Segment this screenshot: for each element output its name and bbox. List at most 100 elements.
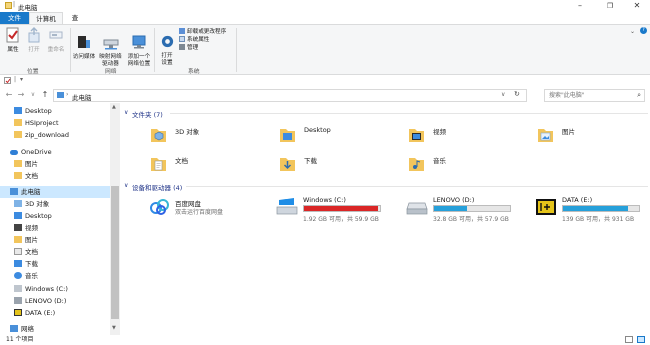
nav-item-hsiproject[interactable]: HSIproject	[0, 117, 110, 129]
access-media-button[interactable]: 访问媒体	[72, 27, 96, 68]
large-icons-view-icon[interactable]	[637, 336, 645, 343]
details-view-icon[interactable]	[625, 336, 633, 343]
restore-button[interactable]: ❐	[597, 0, 623, 12]
nav-item-desktop-quick[interactable]: Desktop	[0, 105, 110, 117]
drive-usage-bar	[433, 205, 511, 212]
pictures-folder-icon	[14, 236, 22, 243]
drive-item-e[interactable]: DATA (E:) 139 GB 可用，共 931 GB	[535, 195, 647, 223]
drive-space-info: 32.8 GB 可用，共 57.9 GB	[433, 216, 509, 223]
baidu-netdisk-icon	[150, 199, 169, 215]
close-button[interactable]: ✕	[624, 0, 650, 12]
3d-folder-icon	[151, 129, 166, 142]
nav-item-onedrive[interactable]: OneDrive	[0, 146, 110, 158]
nav-item-data-e[interactable]: DATA (E:)	[0, 307, 110, 319]
system-properties-item[interactable]: 系统属性	[179, 36, 226, 44]
folder-item-videos[interactable]: 视频	[408, 123, 508, 147]
open-settings-button[interactable]: 打开 设置	[157, 27, 177, 74]
folder-name: 视频	[433, 128, 446, 136]
customize-arrow-icon[interactable]: ▾	[20, 76, 23, 83]
nav-label: 此电脑	[21, 188, 41, 196]
folder-item-desktop[interactable]: Desktop	[279, 123, 379, 147]
drive-name: DATA (E:)	[562, 196, 593, 204]
folder-item-downloads[interactable]: 下载	[279, 152, 379, 176]
help-icon[interactable]: ?	[640, 27, 647, 34]
separator-icon: |	[13, 1, 16, 8]
separator-icon: |	[14, 76, 17, 83]
folder-item-3d-objects[interactable]: 3D 对象	[150, 123, 250, 147]
nav-label: 图片	[25, 236, 38, 244]
nav-item-windows-c[interactable]: Windows (C:)	[0, 283, 110, 295]
back-arrow-icon[interactable]: ←	[4, 90, 14, 100]
recent-locations-icon[interactable]: ∨	[28, 90, 38, 100]
nav-scrollbar-thumb[interactable]	[111, 186, 119, 319]
item-count: 11 个项目	[6, 336, 34, 343]
folder-item-music[interactable]: 音乐	[408, 152, 508, 176]
nav-label: 音乐	[25, 272, 38, 280]
breadcrumb-current[interactable]: 此电脑	[72, 92, 92, 102]
refresh-icon[interactable]: ↻	[514, 90, 520, 98]
add-network-location-label: 添加一个 网络位置	[127, 54, 151, 67]
rename-button[interactable]: 重命名	[45, 27, 67, 54]
collapse-chevron-icon[interactable]: ∨	[124, 109, 128, 116]
address-row: ← → ∨ ↑ › 此电脑 ∨ ↻ 搜索"此电脑" ⌕	[0, 88, 650, 103]
folder-item-pictures[interactable]: 图片	[537, 123, 637, 147]
nav-item-videos[interactable]: 视频	[0, 222, 110, 234]
drive-usage-bar	[303, 205, 381, 212]
open-button[interactable]: 打开	[24, 27, 44, 54]
drive-usage-fill	[563, 206, 628, 211]
nav-item-onedrive-documents[interactable]: 文档	[0, 170, 110, 182]
nav-item-this-pc[interactable]: 此电脑	[0, 186, 110, 198]
scroll-down-icon[interactable]: ▼	[112, 325, 116, 331]
network-location-icon	[132, 35, 146, 49]
properties-button[interactable]: 属性	[3, 27, 23, 54]
ribbon-collapse-icon[interactable]: ⌄	[630, 28, 635, 35]
checkbox-icon[interactable]	[4, 77, 11, 84]
scroll-up-icon[interactable]: ▲	[112, 104, 116, 110]
nav-item-music[interactable]: 音乐	[0, 270, 110, 282]
search-icon: ⌕	[637, 91, 641, 99]
window-title: 此电脑	[18, 4, 38, 12]
up-arrow-icon[interactable]: ↑	[40, 90, 50, 100]
breadcrumb-chevron-icon[interactable]: ›	[66, 91, 68, 98]
nav-label: OneDrive	[21, 148, 52, 156]
nav-item-lenovo-d[interactable]: LENOVO (D:)	[0, 295, 110, 307]
nav-item-pictures[interactable]: 图片	[0, 234, 110, 246]
address-bar[interactable]: › 此电脑 ∨ ↻	[53, 89, 527, 102]
ribbon-tabs: 文件 计算机 查看	[0, 12, 650, 34]
folder-name: 图片	[562, 128, 575, 136]
navigation-pane: Desktop HSIproject zip_download OneDrive…	[0, 103, 120, 335]
windows-drive-icon	[14, 285, 22, 292]
system-properties-label: 系统属性	[187, 37, 210, 43]
nav-label: zip_download	[25, 131, 70, 139]
search-input[interactable]: 搜索"此电脑" ⌕	[544, 89, 645, 102]
3d-folder-icon	[14, 200, 22, 207]
minimize-button[interactable]: –	[567, 0, 593, 12]
address-dropdown-icon[interactable]: ∨	[501, 91, 505, 98]
quick-access-row: | ▾	[0, 75, 650, 87]
tab-file[interactable]: 文件	[0, 12, 29, 24]
folder-item-documents[interactable]: 文档	[150, 152, 250, 176]
nav-item-downloads[interactable]: 下载	[0, 258, 110, 270]
nav-item-desktop[interactable]: Desktop	[0, 210, 110, 222]
tab-view[interactable]: 查看	[63, 12, 87, 34]
settings-icon	[161, 35, 173, 48]
nav-item-onedrive-pictures[interactable]: 图片	[0, 158, 110, 170]
drive-item-c[interactable]: Windows (C:) 1.92 GB 可用，共 59.9 GB	[276, 195, 388, 223]
tab-computer[interactable]: 计算机	[29, 12, 63, 24]
add-network-location-button[interactable]: 添加一个 网络位置	[125, 27, 153, 75]
uninstall-programs-item[interactable]: 卸载或更改程序	[179, 28, 226, 36]
manage-item[interactable]: 管理	[179, 44, 226, 52]
data-drive-icon	[14, 309, 22, 316]
computer-icon	[10, 188, 18, 195]
drive-item-d[interactable]: LENOVO (D:) 32.8 GB 可用，共 57.9 GB	[406, 195, 518, 223]
nav-item-zip-download[interactable]: zip_download	[0, 129, 110, 141]
section-header-folders[interactable]: 文件夹 (7)	[132, 109, 163, 119]
media-icon	[78, 36, 90, 48]
forward-arrow-icon[interactable]: →	[16, 90, 26, 100]
nav-item-3d-objects[interactable]: 3D 对象	[0, 198, 110, 210]
nav-item-documents[interactable]: 文档	[0, 246, 110, 258]
section-header-drives[interactable]: 设备和驱动器 (4)	[132, 182, 182, 192]
network-icon	[10, 325, 18, 332]
collapse-chevron-icon[interactable]: ∨	[124, 182, 128, 189]
baidu-netdisk-item[interactable]: 百度网盘 双击运行百度网盘	[150, 195, 260, 221]
